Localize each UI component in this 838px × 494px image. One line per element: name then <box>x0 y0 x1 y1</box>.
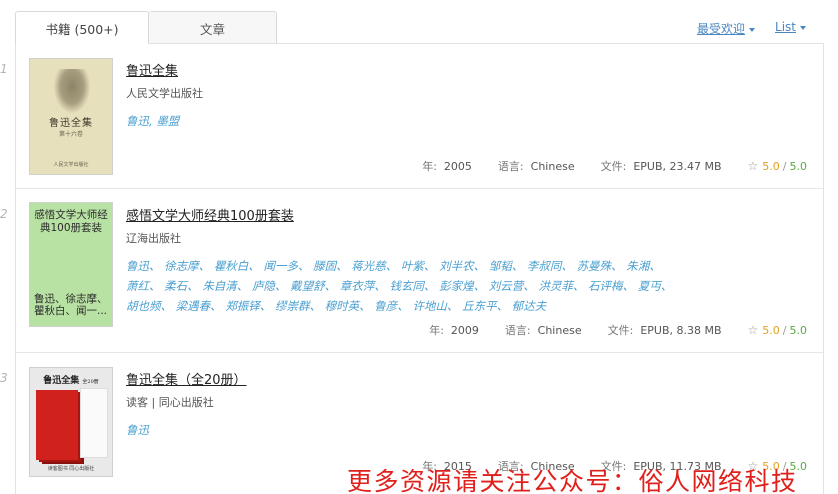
language-label: 语言: <box>497 160 524 173</box>
book-file: EPUB, 23.47 MB <box>633 159 722 173</box>
book-cover[interactable]: 感悟文学大师经典100册套装 鲁迅、徐志摩、瞿秋白、闻一... <box>29 202 113 327</box>
author-link[interactable]: 蒋光慈、 <box>351 259 397 273</box>
author-link[interactable]: 夏丏、 <box>638 279 673 293</box>
book-publisher[interactable]: 辽海出版社 <box>126 230 726 246</box>
watermark-text: 更多资源请关注公众号：俗人网络科技 <box>347 467 798 494</box>
book-list: 1 鲁迅全集 第十六卷 人民文学出版社 鲁迅全集 人民文学出版社 鲁迅, 墨盟 … <box>0 44 824 494</box>
author-link[interactable]: 刘半农、 <box>439 259 485 273</box>
book-info: 感悟文学大师经典100册套装 辽海出版社 鲁迅、 徐志摩、 瞿秋白、 闻一多、 … <box>126 205 726 316</box>
author-link[interactable]: 石评梅、 <box>588 279 634 293</box>
item-index: 3 <box>0 371 8 385</box>
language-label: 语言: <box>504 324 531 337</box>
tab-bar: 书籍 (500+) 文章 <box>15 11 277 44</box>
author-link[interactable]: 鲁迅、 <box>126 259 161 273</box>
author-link[interactable]: 郁达夫 <box>512 299 547 313</box>
book-spine-image <box>80 388 108 458</box>
author-link[interactable]: 钱玄同、 <box>389 279 435 293</box>
author-link[interactable]: 郑振铎、 <box>225 299 271 313</box>
list-item: 1 鲁迅全集 第十六卷 人民文学出版社 鲁迅全集 人民文学出版社 鲁迅, 墨盟 … <box>0 44 823 189</box>
book-language: Chinese <box>537 323 582 337</box>
book-year: 2009 <box>450 323 479 337</box>
cover-authors: 鲁迅、徐志摩、瞿秋白、闻一... <box>34 293 108 317</box>
author-link[interactable]: 洪灵菲、 <box>538 279 584 293</box>
book-title-link[interactable]: 鲁迅全集（全20册） <box>126 369 247 388</box>
tab-articles[interactable]: 文章 <box>149 11 277 44</box>
cover-publisher: 读客图书 同心出版社 <box>47 466 95 472</box>
book-set-image <box>36 390 78 460</box>
author-link[interactable]: 庐隐、 <box>252 279 287 293</box>
author-link[interactable]: 丘东平、 <box>462 299 508 313</box>
view-dropdown[interactable]: List <box>775 20 806 37</box>
star-icon[interactable]: ☆ <box>748 159 759 173</box>
author-link[interactable]: 李叔同、 <box>527 259 573 273</box>
book-authors: 鲁迅 <box>126 420 686 440</box>
author-link[interactable]: 邹韬、 <box>489 259 524 273</box>
author-link[interactable]: 叶紫、 <box>401 259 436 273</box>
author-link[interactable]: 鲁迅 <box>126 423 149 437</box>
author-link[interactable]: 梁遇春、 <box>176 299 222 313</box>
author-link[interactable]: 苏曼殊、 <box>577 259 623 273</box>
author-link[interactable]: 墨盟 <box>156 114 179 128</box>
book-title-link[interactable]: 鲁迅全集 <box>126 60 178 79</box>
author-link[interactable]: 缪崇群、 <box>275 299 321 313</box>
author-link[interactable]: 鲁迅 <box>126 114 149 128</box>
cover-title: 鲁迅全集 <box>49 118 93 129</box>
author-link[interactable]: 彭家煌、 <box>439 279 485 293</box>
author-link[interactable]: 戴望舒、 <box>290 279 336 293</box>
portrait-image <box>54 69 90 113</box>
author-link[interactable]: 闻一多、 <box>263 259 309 273</box>
rating-quality: 5.0 <box>789 323 808 337</box>
book-publisher[interactable]: 人民文学出版社 <box>126 85 726 101</box>
book-language: Chinese <box>530 159 575 173</box>
cover-title: 鲁迅全集 全20册 <box>43 376 99 386</box>
item-index: 1 <box>0 62 8 76</box>
author-link[interactable]: 朱湘、 <box>626 259 661 273</box>
book-info: 鲁迅全集（全20册） 读客 | 同心出版社 鲁迅 <box>126 369 726 440</box>
star-icon[interactable]: ☆ <box>748 323 759 337</box>
author-link[interactable]: 朱自清、 <box>202 279 248 293</box>
book-title-link[interactable]: 感悟文学大师经典100册套装 <box>126 205 294 224</box>
book-authors: 鲁迅, 墨盟 <box>126 114 180 128</box>
book-meta: 年: 2009 语言: Chinese 文件: EPUB, 8.38 MB ☆ … <box>429 323 808 337</box>
author-link[interactable]: 萧红、 <box>126 279 161 293</box>
author-link[interactable]: 穆时英、 <box>325 299 371 313</box>
author-link[interactable]: 瞿秋白、 <box>214 259 260 273</box>
rating-quality: 5.0 <box>789 159 808 173</box>
cover-title: 感悟文学大师经典100册套装 <box>34 209 108 234</box>
book-publisher[interactable]: 读客 | 同心出版社 <box>126 394 726 410</box>
file-label: 文件: <box>607 324 634 337</box>
caret-down-icon <box>749 27 756 32</box>
author-link[interactable]: 徐志摩、 <box>164 259 210 273</box>
author-link[interactable]: 鲁彦、 <box>374 299 409 313</box>
author-link[interactable]: 许地山、 <box>412 299 458 313</box>
list-item: 2 感悟文学大师经典100册套装 鲁迅、徐志摩、瞿秋白、闻一... 感悟文学大师… <box>0 189 823 353</box>
author-link[interactable]: 柔石、 <box>164 279 199 293</box>
rating-interest: 5.0 <box>762 159 780 173</box>
year-label: 年: <box>429 324 444 337</box>
item-index: 2 <box>0 207 8 221</box>
caret-down-icon <box>800 25 806 30</box>
cover-subtitle: 第十六卷 <box>58 131 83 138</box>
author-link[interactable]: 章衣萍、 <box>340 279 386 293</box>
book-file: EPUB, 8.38 MB <box>640 323 722 337</box>
author-link[interactable]: 滕固、 <box>313 259 348 273</box>
author-link[interactable]: 胡也频、 <box>126 299 172 313</box>
tab-books[interactable]: 书籍 (500+) <box>15 11 149 44</box>
sort-dropdown[interactable]: 最受欢迎 <box>697 20 756 37</box>
book-authors: 鲁迅、 徐志摩、 瞿秋白、 闻一多、 滕固、 蒋光慈、 叶紫、 刘半农、 邹韬、… <box>126 256 686 316</box>
book-year: 2005 <box>443 159 472 173</box>
cover-publisher: 人民文学出版社 <box>53 162 89 168</box>
book-meta: 年: 2005 语言: Chinese 文件: EPUB, 23.47 MB ☆… <box>422 159 808 173</box>
rating-interest: 5.0 <box>762 323 780 337</box>
author-link[interactable]: 刘云营、 <box>489 279 535 293</box>
file-label: 文件: <box>600 160 627 173</box>
list-controls: 最受欢迎 List <box>697 20 806 37</box>
book-cover[interactable]: 鲁迅全集 第十六卷 人民文学出版社 <box>29 58 113 175</box>
book-cover[interactable]: 鲁迅全集 全20册 读客图书 同心出版社 <box>29 367 113 477</box>
book-info: 鲁迅全集 人民文学出版社 鲁迅, 墨盟 <box>126 60 726 131</box>
year-label: 年: <box>422 160 437 173</box>
